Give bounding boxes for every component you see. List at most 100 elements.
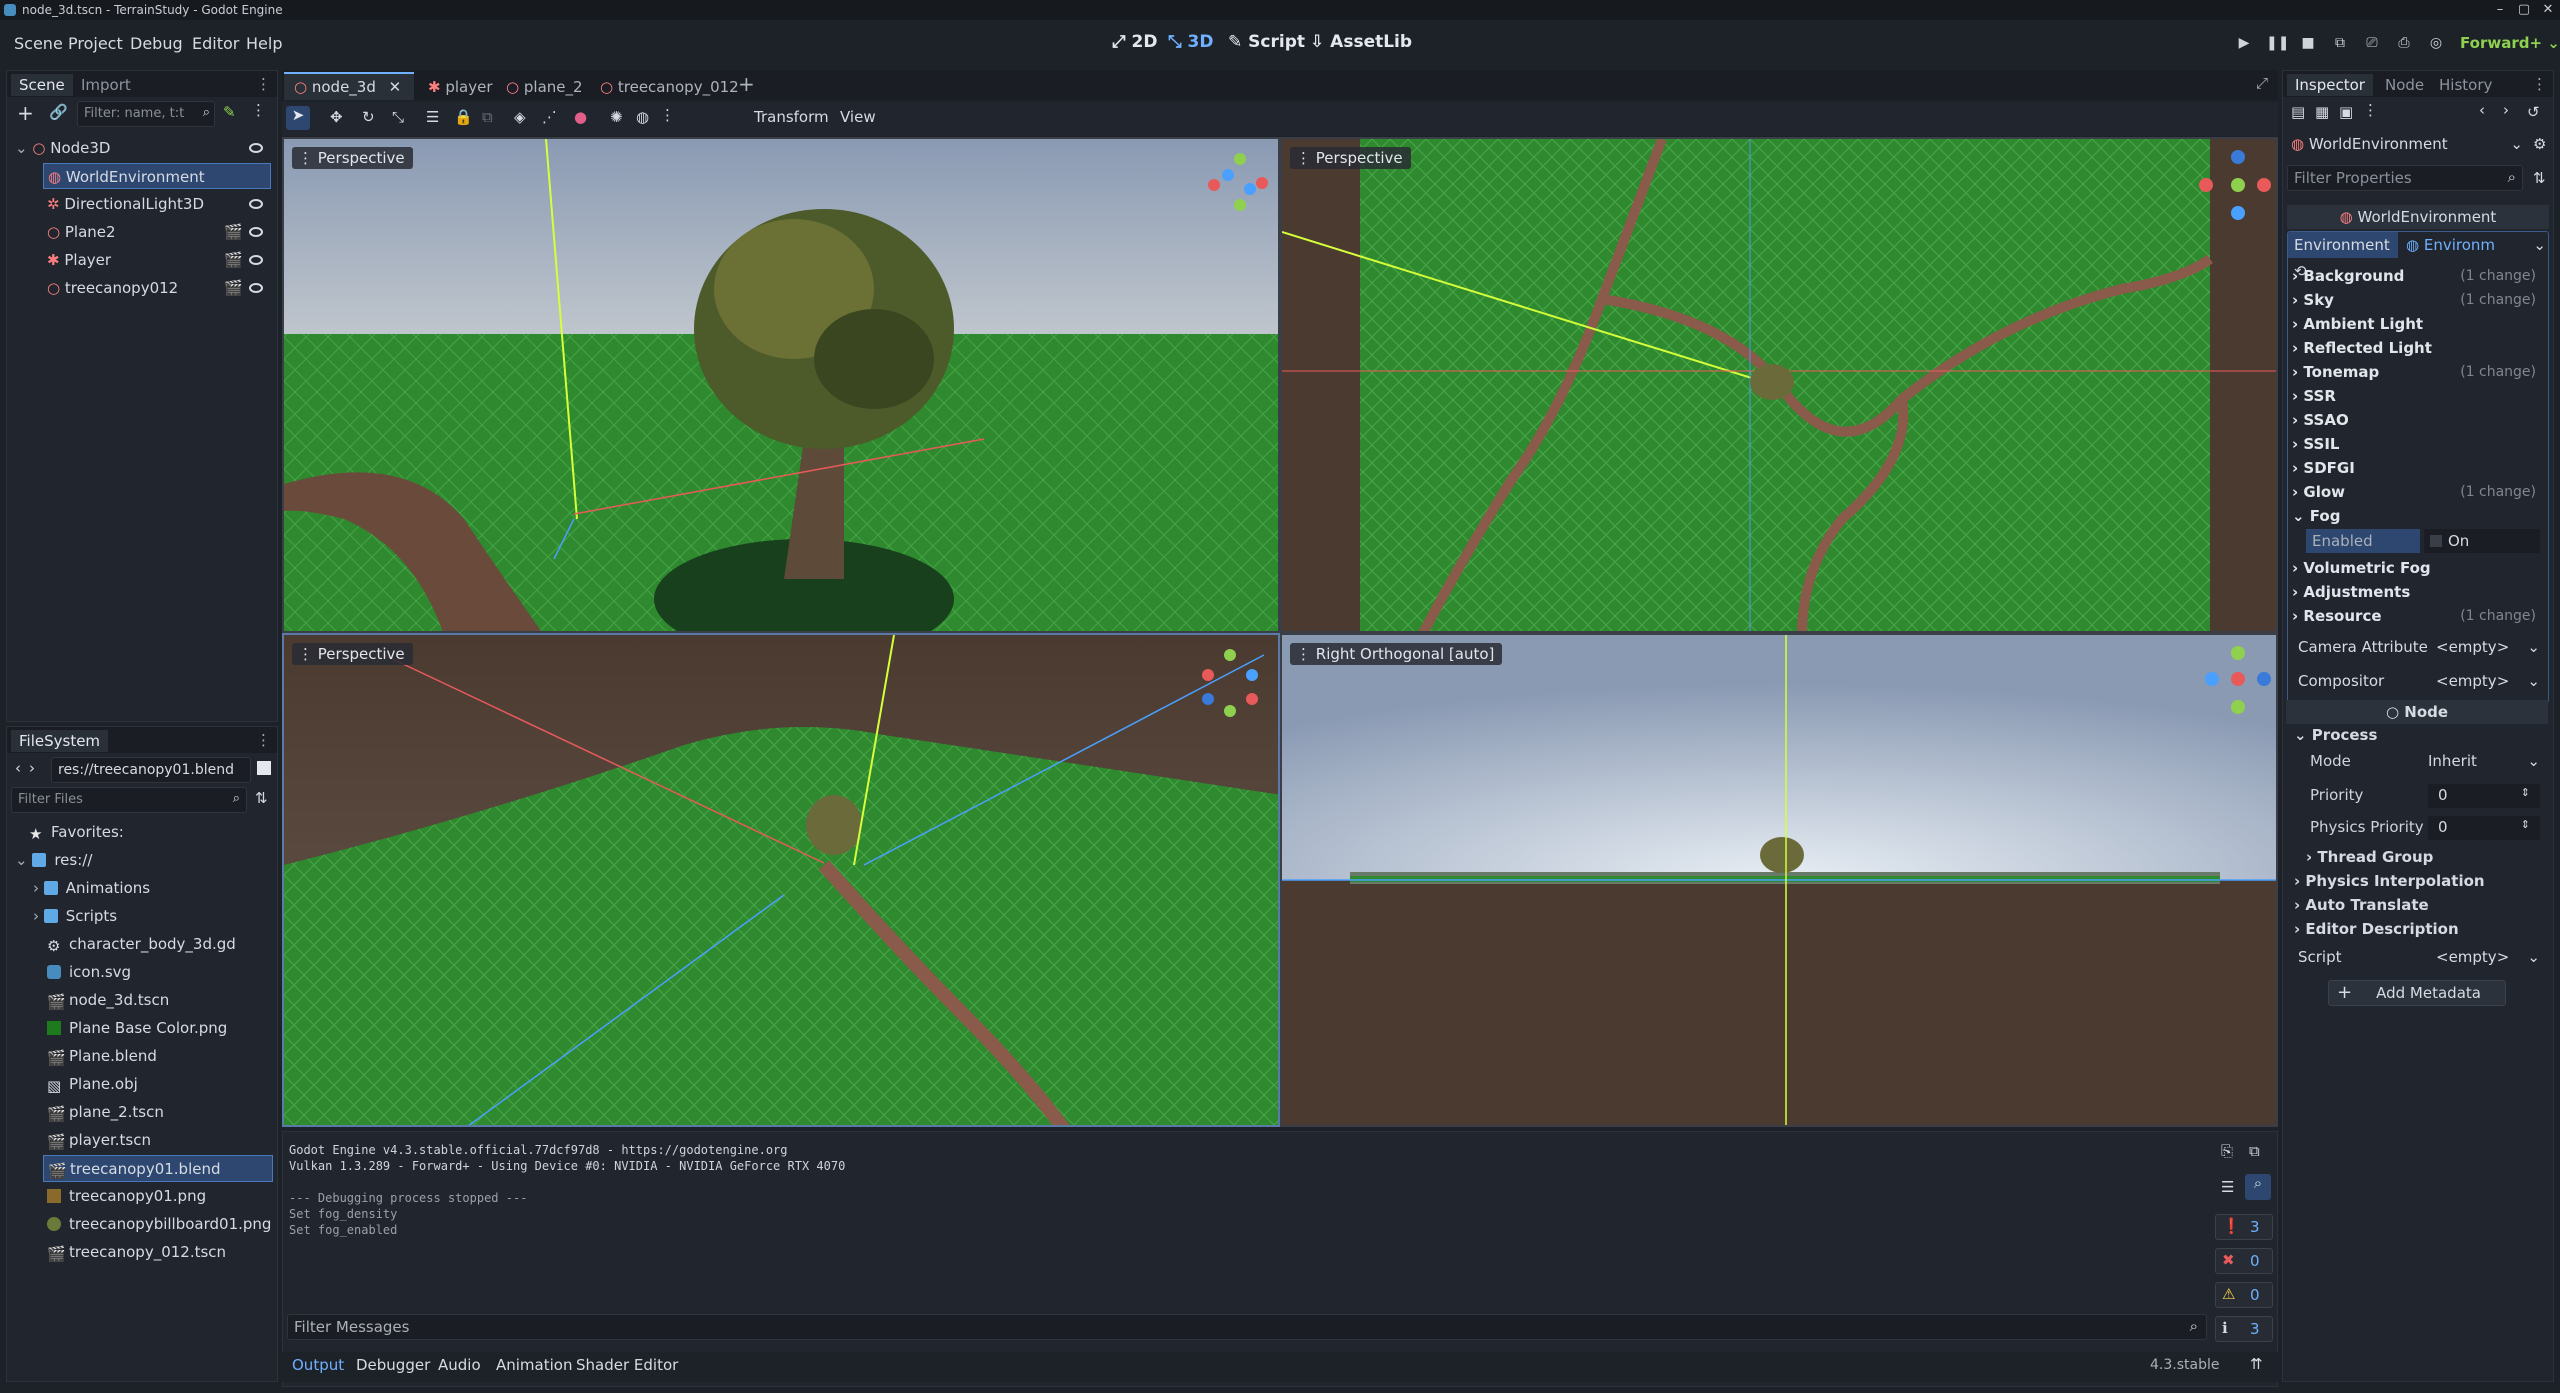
play-scene-icon[interactable]: ⎚	[2362, 35, 2382, 55]
section-glow[interactable]: › Glow (1 change)	[2292, 480, 2542, 504]
section-reflected-light[interactable]: › Reflected Light	[2292, 336, 2542, 360]
tab-history[interactable]: History	[2431, 74, 2500, 96]
section-background[interactable]: › Background (1 change)	[2292, 264, 2542, 288]
tree-node-plane2[interactable]: ○ Plane2 🎬	[47, 219, 271, 245]
viewport-bottom-left[interactable]: ⋮ Perspective	[282, 633, 1280, 1127]
section-ssao[interactable]: › SSAO	[2292, 408, 2542, 432]
fs-item-character-body[interactable]: ⚙ character_body_3d.gd	[47, 931, 236, 958]
search-toggle-icon[interactable]: ⌕	[2245, 1174, 2271, 1200]
fs-item-plane-obj[interactable]: ▧ Plane.obj	[47, 1071, 138, 1098]
filter-messages-input[interactable]: Filter Messages ⌕	[287, 1314, 2207, 1340]
dock-menu-icon[interactable]: ⋮	[256, 75, 271, 93]
menu-editor[interactable]: Editor	[192, 34, 239, 53]
viewport-menu[interactable]: ⋮ Right Orthogonal [auto]	[1290, 643, 1503, 665]
extra-menu-icon[interactable]: ⋮	[2363, 101, 2378, 119]
previous-object-icon[interactable]: ‹	[2479, 101, 2485, 119]
filter-properties-input[interactable]: Filter Properties ⌕	[2287, 165, 2523, 191]
section-volumetric-fog[interactable]: › Volumetric Fog	[2292, 556, 2542, 580]
environment-resource-picker[interactable]: ◍ Environm ⌄	[2402, 234, 2546, 256]
back-arrow-icon[interactable]: ‹	[15, 759, 21, 777]
visibility-eye-icon[interactable]	[249, 255, 263, 265]
section-resource[interactable]: › Resource (1 change)	[2292, 604, 2542, 628]
view-menu[interactable]: View	[840, 108, 876, 126]
menu-debug[interactable]: Debug	[130, 34, 183, 53]
camera-attribute-picker[interactable]: <empty> ⌄	[2436, 638, 2540, 656]
version-label[interactable]: 4.3.stable	[2150, 1357, 2219, 1373]
renderer-select[interactable]: Forward+ ⌄	[2460, 34, 2560, 52]
physics-priority-spinbox[interactable]: 0 ⇕	[2428, 816, 2540, 840]
sun-preview-icon[interactable]: ✺	[610, 108, 623, 126]
view-gizmo[interactable]	[1204, 149, 1274, 229]
local-space-icon[interactable]: ◈	[514, 108, 526, 126]
scale-tool-icon[interactable]: ⤡	[392, 108, 404, 126]
transform-menu[interactable]: Transform	[754, 108, 829, 126]
section-auto-translate[interactable]: › Auto Translate	[2294, 896, 2429, 914]
script-picker[interactable]: <empty> ⌄	[2436, 948, 2540, 966]
fs-item-node3d-tscn[interactable]: 🎬 node_3d.tscn	[47, 987, 169, 1014]
tab-player[interactable]: ✱ player	[418, 74, 503, 100]
fs-item-treecanopy01-blend[interactable]: 🎬 treecanopy01.blend	[43, 1155, 273, 1182]
menu-scene[interactable]: Scene	[14, 34, 63, 53]
scene-filter-input[interactable]: Filter: name, t:t ⌕	[77, 101, 215, 127]
section-ambient-light[interactable]: › Ambient Light	[2292, 312, 2542, 336]
tree-node-worldenvironment[interactable]: ◍ WorldEnvironment	[43, 163, 271, 189]
workspace-assetlib-button[interactable]: ⇩ AssetLib	[1310, 32, 1412, 52]
visibility-eye-icon[interactable]	[249, 227, 263, 237]
add-metadata-button[interactable]: + Add Metadata	[2328, 980, 2506, 1006]
visibility-eye-icon[interactable]	[249, 283, 263, 293]
add-node-icon[interactable]: +	[17, 101, 34, 125]
tree-node-treecanopy012[interactable]: ○ treecanopy012 🎬	[47, 275, 271, 301]
filter-files-input[interactable]: Filter Files ⌕	[11, 787, 247, 813]
snap-icon[interactable]: ⋰	[542, 108, 557, 126]
tab-debugger[interactable]: Debugger	[356, 1356, 430, 1374]
viewport-menu[interactable]: ⋮ Perspective	[1290, 147, 1411, 169]
workspace-script-button[interactable]: ✎ Script	[1228, 32, 1305, 52]
workspace-2d-button[interactable]: ⤢ 2D	[1112, 32, 1157, 52]
view-gizmo[interactable]	[2192, 645, 2272, 725]
object-selector[interactable]: ◍ WorldEnvironment ⌄	[2287, 133, 2527, 157]
section-ssr[interactable]: › SSR	[2292, 384, 2542, 408]
remote-debug-icon[interactable]: ⧉	[2330, 35, 2350, 55]
open-scene-icon[interactable]: 🎬	[224, 247, 243, 273]
rotate-tool-icon[interactable]: ↻	[362, 108, 375, 126]
error-filter-button[interactable]: ❗ 3	[2215, 1214, 2273, 1240]
workspace-3d-button[interactable]: ⤡ 3D	[1168, 32, 1213, 52]
fs-item-scripts[interactable]: › Scripts	[33, 903, 117, 930]
attach-script-icon[interactable]: ✎	[223, 103, 236, 121]
fs-item-treecanopy012-tscn[interactable]: 🎬 treecanopy_012.tscn	[47, 1239, 226, 1266]
viewport-top-left[interactable]: ⋮ Perspective	[282, 137, 1280, 633]
section-fog[interactable]: ⌄ Fog	[2292, 504, 2542, 528]
group-icon[interactable]: ⧉	[482, 108, 493, 126]
forward-arrow-icon[interactable]: ›	[29, 759, 35, 777]
fs-item-player-tscn[interactable]: 🎬 player.tscn	[47, 1127, 151, 1154]
section-physics-interpolation[interactable]: › Physics Interpolation	[2294, 872, 2485, 890]
stop-icon[interactable]: ■	[2298, 35, 2318, 55]
sort-icon[interactable]: ⇅	[255, 789, 268, 807]
path-input[interactable]: res://treecanopy01.blend	[51, 757, 251, 783]
fs-item-icon-svg[interactable]: icon.svg	[47, 959, 131, 986]
section-process[interactable]: ⌄ Process	[2294, 726, 2377, 744]
pause-icon[interactable]: ❚❚	[2266, 35, 2289, 55]
dock-menu-icon[interactable]: ⋮	[2532, 75, 2547, 93]
collapse-icon[interactable]: ☰	[2221, 1178, 2234, 1196]
new-resource-icon[interactable]: ▤	[2291, 103, 2305, 121]
save-icon[interactable]: ▣	[2339, 103, 2353, 121]
close-window-icon[interactable]: ✕	[2536, 0, 2560, 20]
tree-node-node3d[interactable]: ⌄ ○ Node3D	[15, 135, 271, 161]
menu-project[interactable]: Project	[68, 34, 123, 53]
menu-help[interactable]: Help	[246, 34, 282, 53]
select-tool-icon[interactable]: ➤	[286, 106, 310, 130]
fs-item-animations[interactable]: › Animations	[33, 875, 150, 902]
tab-audio[interactable]: Audio	[438, 1356, 481, 1374]
fog-enabled-checkbox[interactable]: On	[2424, 529, 2540, 553]
section-thread-group[interactable]: › Thread Group	[2306, 848, 2433, 866]
res-root-row[interactable]: ⌄ res://	[15, 847, 92, 874]
list-select-icon[interactable]: ☰	[426, 108, 439, 126]
environment-preview-icon[interactable]: ◍	[636, 108, 649, 126]
tab-plane-2[interactable]: ○ plane_2	[496, 74, 593, 100]
priority-spinbox[interactable]: 0 ⇕	[2428, 784, 2540, 808]
tree-node-directionallight3d[interactable]: ✲ DirectionalLight3D	[47, 191, 271, 217]
favorites-row[interactable]: ★ Favorites:	[29, 819, 124, 846]
dock-menu-icon[interactable]: ⋮	[256, 731, 271, 749]
minimize-icon[interactable]: –	[2488, 0, 2512, 20]
